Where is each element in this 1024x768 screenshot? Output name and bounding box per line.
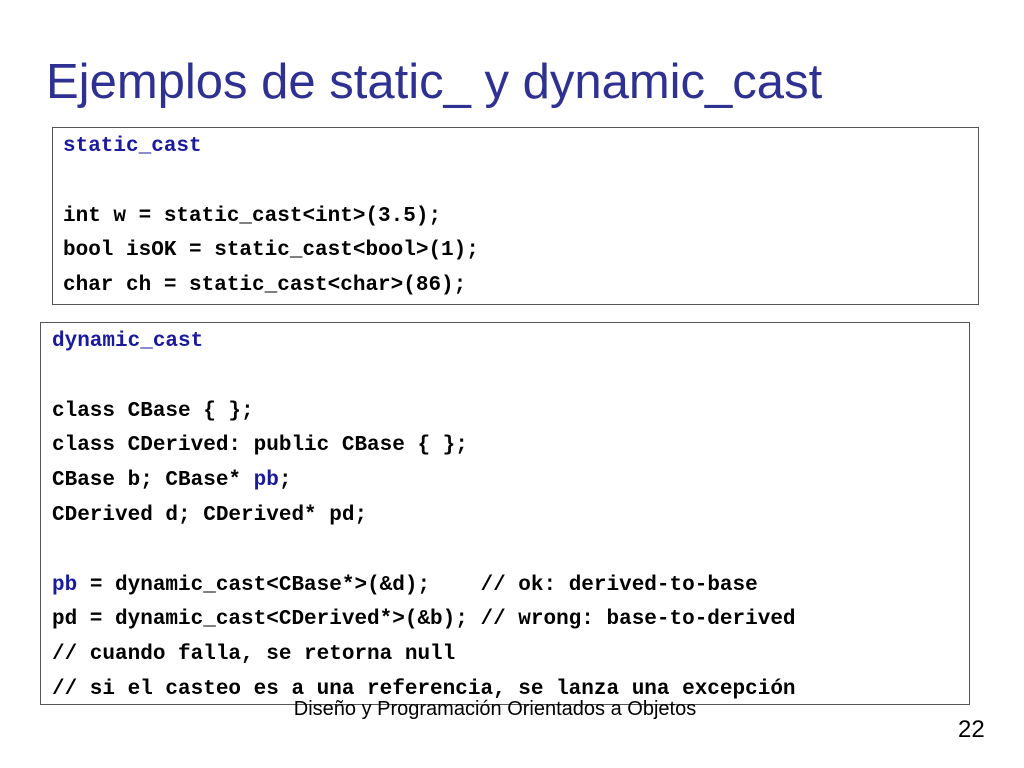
static-cast-code-lines: static_cast int w = static_cast<int>(3.5… <box>63 130 479 304</box>
code-line-cbase-decl: CBase b; CBase* pb; <box>52 464 796 499</box>
dynamic-cast-code-box: dynamic_cast class CBase { }; class CDer… <box>40 322 970 705</box>
code-line-char: char ch = static_cast<char>(86); <box>63 274 467 298</box>
code-comment-null: // cuando falla, se retorna null <box>52 643 456 667</box>
slide-title: Ejemplos de static_ y dynamic_cast <box>46 55 823 109</box>
slide: Ejemplos de static_ y dynamic_cast stati… <box>0 0 1024 768</box>
static-cast-code-box: static_cast int w = static_cast<int>(3.5… <box>52 127 979 305</box>
code-line-pb-assign: pb = dynamic_cast<CBase*>(&d); // ok: de… <box>52 569 796 604</box>
dynamic-cast-code-lines: dynamic_cast class CBase { }; class CDer… <box>52 325 796 704</box>
code-text: CBase b; CBase* <box>52 469 254 493</box>
code-line-pd-assign: pd = dynamic_cast<CDerived*>(&b); // wro… <box>52 608 796 632</box>
code-line-cderived-decl: CDerived d; CDerived* pd; <box>52 503 368 527</box>
pb-variable: pb <box>52 573 78 597</box>
page-number: 22 <box>958 716 985 743</box>
code-text: ; <box>278 469 292 493</box>
pb-variable: pb <box>253 469 279 493</box>
dynamic-cast-heading: dynamic_cast <box>52 330 204 353</box>
footer-course-title: Diseño y Programación Orientados a Objet… <box>293 698 697 720</box>
static-cast-heading: static_cast <box>63 135 202 158</box>
code-line-class-cderived: class CDerived: public CBase { }; <box>52 434 468 458</box>
code-text: = dynamic_cast<CBase*>(&d); // ok: deriv… <box>77 573 758 597</box>
code-line-class-cbase: class CBase { }; <box>52 399 254 423</box>
code-line-int: int w = static_cast<int>(3.5); <box>63 204 442 228</box>
code-line-bool: bool isOK = static_cast<bool>(1); <box>63 239 479 263</box>
